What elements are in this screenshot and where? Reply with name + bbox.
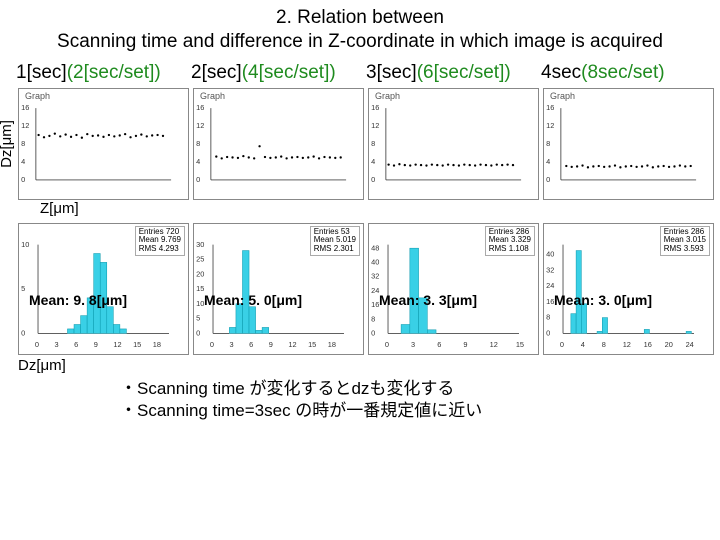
hist-2sec: Entries 53 Mean 5.019 RMS 2.301 Mean: 5.… [193, 223, 364, 355]
svg-text:32: 32 [371, 271, 379, 280]
y-axis-label: Dz[μm] [0, 120, 15, 168]
stats-box: Entries 720 Mean 9.769 RMS 4.293 [135, 226, 185, 256]
svg-text:25: 25 [196, 254, 204, 263]
svg-text:12: 12 [546, 121, 554, 130]
svg-text:12: 12 [288, 340, 296, 349]
svg-text:0: 0 [196, 175, 200, 184]
svg-text:8: 8 [196, 139, 200, 148]
hist-1sec: Entries 720 Mean 9.769 RMS 4.293 Mean: 9… [18, 223, 189, 355]
svg-text:0: 0 [210, 340, 214, 349]
hist-x-axis-label: Dz[μm] [0, 357, 720, 374]
svg-text:18: 18 [328, 340, 336, 349]
hist-row: Entries 720 Mean 9.769 RMS 4.293 Mean: 9… [0, 221, 720, 357]
scatter-row: Dz[μm] Graph 0481216 Graph 0481216 Graph… [0, 86, 720, 202]
svg-text:4: 4 [21, 157, 25, 166]
hist-3sec: Entries 286 Mean 3.329 RMS 1.108 Mean: 3… [368, 223, 539, 355]
svg-text:0: 0 [35, 340, 39, 349]
svg-text:4: 4 [546, 157, 550, 166]
svg-text:9: 9 [94, 340, 98, 349]
svg-text:3: 3 [229, 340, 233, 349]
svg-text:40: 40 [371, 257, 379, 266]
svg-text:8: 8 [546, 312, 550, 321]
svg-text:30: 30 [196, 239, 204, 248]
svg-text:8: 8 [21, 139, 25, 148]
svg-text:6: 6 [74, 340, 78, 349]
svg-text:16: 16 [371, 103, 379, 112]
svg-text:16: 16 [644, 340, 652, 349]
svg-text:3: 3 [54, 340, 58, 349]
svg-text:10: 10 [21, 239, 29, 248]
svg-text:24: 24 [686, 340, 694, 349]
mean-label: Mean: 3. 3[μm] [379, 292, 477, 308]
svg-text:9: 9 [269, 340, 273, 349]
svg-text:4: 4 [196, 157, 200, 166]
notes: ・Scanning time が変化するとdzも変化する ・Scanning t… [0, 378, 720, 424]
svg-text:12: 12 [371, 121, 379, 130]
scatter-2sec: Graph 0481216 [193, 88, 364, 200]
svg-text:0: 0 [21, 328, 25, 337]
svg-text:4: 4 [581, 340, 585, 349]
svg-text:0: 0 [371, 328, 375, 337]
svg-text:15: 15 [308, 340, 316, 349]
svg-text:20: 20 [665, 340, 673, 349]
svg-text:6: 6 [249, 340, 253, 349]
svg-text:12: 12 [21, 121, 29, 130]
mean-label: Mean: 3. 0[μm] [554, 292, 652, 308]
mean-label: Mean: 9. 8[μm] [29, 292, 127, 308]
svg-text:20: 20 [196, 269, 204, 278]
scatter-1sec: Graph 0481216 [18, 88, 189, 200]
svg-text:3: 3 [411, 340, 415, 349]
svg-text:0: 0 [546, 175, 550, 184]
svg-text:12: 12 [490, 340, 498, 349]
svg-text:8: 8 [371, 314, 375, 323]
page-title: 2. Relation between Scanning time and di… [0, 0, 720, 58]
svg-text:9: 9 [463, 340, 467, 349]
svg-text:15: 15 [516, 340, 524, 349]
svg-text:8: 8 [602, 340, 606, 349]
svg-text:0: 0 [371, 175, 375, 184]
column-headings: 1[sec](2[sec/set]) 2[sec](4[sec/set]) 3[… [0, 58, 720, 86]
svg-text:0: 0 [560, 340, 564, 349]
svg-text:16: 16 [196, 103, 204, 112]
svg-text:16: 16 [546, 103, 554, 112]
svg-text:0: 0 [196, 328, 200, 337]
svg-text:32: 32 [546, 265, 554, 274]
svg-text:8: 8 [546, 139, 550, 148]
svg-text:6: 6 [437, 340, 441, 349]
mean-label: Mean: 5. 0[μm] [204, 292, 302, 308]
svg-text:8: 8 [371, 139, 375, 148]
scatter-4sec: Graph 0481216 [543, 88, 714, 200]
svg-text:12: 12 [196, 121, 204, 130]
svg-text:4: 4 [371, 157, 375, 166]
svg-text:48: 48 [371, 243, 379, 252]
svg-text:5: 5 [21, 284, 25, 293]
svg-text:12: 12 [623, 340, 631, 349]
svg-text:0: 0 [385, 340, 389, 349]
svg-text:18: 18 [153, 340, 161, 349]
scatter-3sec: Graph 0481216 [368, 88, 539, 200]
stats-box: Entries 53 Mean 5.019 RMS 2.301 [310, 226, 360, 256]
svg-text:5: 5 [196, 313, 200, 322]
svg-text:0: 0 [546, 328, 550, 337]
svg-text:40: 40 [546, 249, 554, 258]
svg-text:16: 16 [21, 103, 29, 112]
stats-box: Entries 286 Mean 3.015 RMS 3.593 [660, 226, 710, 256]
x-axis-label: Z[μm] [0, 200, 720, 217]
hist-4sec: Entries 286 Mean 3.015 RMS 3.593 Mean: 3… [543, 223, 714, 355]
svg-text:0: 0 [21, 175, 25, 184]
svg-text:12: 12 [113, 340, 121, 349]
svg-text:24: 24 [546, 281, 554, 290]
stats-box: Entries 286 Mean 3.329 RMS 1.108 [485, 226, 535, 256]
svg-text:15: 15 [133, 340, 141, 349]
